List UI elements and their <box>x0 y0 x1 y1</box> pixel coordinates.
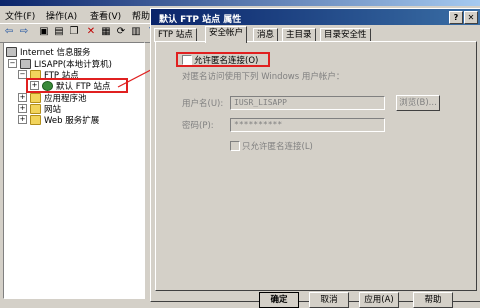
ftp-site-icon <box>42 80 53 91</box>
folder-icon <box>30 114 41 125</box>
dialog-title-bar: 默认 FTP 站点 属性 ? ✕ <box>151 9 480 25</box>
tree-item-websites[interactable]: + 网站 <box>18 103 61 115</box>
delete-icon[interactable]: ✕ <box>85 26 97 38</box>
menu-bar: 文件(F) 操作(A) 查看(V) 帮助 <box>0 6 160 23</box>
username-field[interactable]: IUSR_LISAPP <box>230 96 385 110</box>
tab-directory-security[interactable]: 目录安全性 <box>320 28 371 42</box>
menu-view[interactable]: 查看(V) <box>90 9 121 22</box>
ok-button[interactable]: 确定 <box>259 292 299 308</box>
folder-icon <box>30 92 41 103</box>
tree-item-iis-root[interactable]: Internet 信息服务 <box>6 46 91 58</box>
expand-icon[interactable]: + <box>18 93 27 102</box>
expand-icon[interactable]: + <box>18 115 27 124</box>
menu-file[interactable]: 文件(F) <box>5 9 35 22</box>
allow-anonymous-checkbox[interactable] <box>182 55 192 65</box>
up-folder-icon[interactable]: ▣ <box>38 26 50 38</box>
tree-item-label: Internet 信息服务 <box>20 47 91 58</box>
browse-button[interactable]: 浏览(B)... <box>396 95 440 111</box>
forward-icon[interactable]: ⇨ <box>18 26 30 38</box>
allow-anonymous-label[interactable]: 允许匿名连接(O) <box>194 54 258 66</box>
back-icon[interactable]: ⇦ <box>3 26 15 38</box>
tab-messages[interactable]: 消息 <box>253 28 279 42</box>
properties-icon[interactable]: ▦ <box>100 26 112 38</box>
apply-button[interactable]: 应用(A) <box>359 292 399 308</box>
folder-icon <box>30 103 41 114</box>
tab-panel: 允许匿名连接(O) 对匿名访问使用下列 Windows 用户帐户： 用户名(U)… <box>155 41 477 291</box>
copy-icon[interactable]: ❐ <box>68 26 80 38</box>
tree-item-label: Web 服务扩展 <box>44 115 100 126</box>
tab-ftp-site[interactable]: FTP 站点 <box>154 28 197 42</box>
show-tree-icon[interactable]: ▤ <box>53 26 65 38</box>
tree-item-app-pools[interactable]: + 应用程序池 <box>18 92 87 104</box>
toolbar: ⇦ ⇨ ▣ ▤ ❐ ✕ ▦ ⟳ ▥ ? <box>0 23 160 43</box>
anonymous-account-hint: 对匿名访问使用下列 Windows 用户帐户： <box>182 72 345 82</box>
tree-item-label: 默认 FTP 站点 <box>56 81 111 92</box>
tree-item-computer[interactable]: − LISAPP(本地计算机) <box>8 58 112 70</box>
username-label: 用户名(U): <box>182 99 224 109</box>
only-anonymous-label[interactable]: 只允许匿名连接(L) <box>242 140 313 152</box>
expand-icon[interactable]: + <box>18 104 27 113</box>
refresh-icon[interactable]: ⟳ <box>115 26 127 38</box>
iis-icon <box>6 46 17 57</box>
properties-dialog: 默认 FTP 站点 属性 ? ✕ FTP 站点 安全帐户 消息 主目录 目录安全… <box>150 8 480 308</box>
help-button[interactable]: 帮助 <box>413 292 453 308</box>
password-field[interactable]: ********** <box>230 118 385 132</box>
cancel-button[interactable]: 取消 <box>309 292 349 308</box>
close-button[interactable]: ✕ <box>464 11 478 24</box>
password-label: 密码(P): <box>182 121 214 131</box>
expand-icon[interactable]: + <box>30 81 39 90</box>
only-anonymous-checkbox[interactable] <box>230 141 240 151</box>
menu-action[interactable]: 操作(A) <box>46 9 77 22</box>
tab-home-directory[interactable]: 主目录 <box>282 28 316 42</box>
tab-security-accounts[interactable]: 安全帐户 <box>205 26 248 43</box>
help-title-button[interactable]: ? <box>449 11 463 24</box>
collapse-icon[interactable]: − <box>8 59 17 68</box>
export-icon[interactable]: ▥ <box>130 26 142 38</box>
menu-help[interactable]: 帮助 <box>132 9 150 22</box>
computer-icon <box>20 58 31 69</box>
tree-item-web-extensions[interactable]: + Web 服务扩展 <box>18 114 100 126</box>
dialog-title: 默认 FTP 站点 属性 <box>159 15 242 25</box>
